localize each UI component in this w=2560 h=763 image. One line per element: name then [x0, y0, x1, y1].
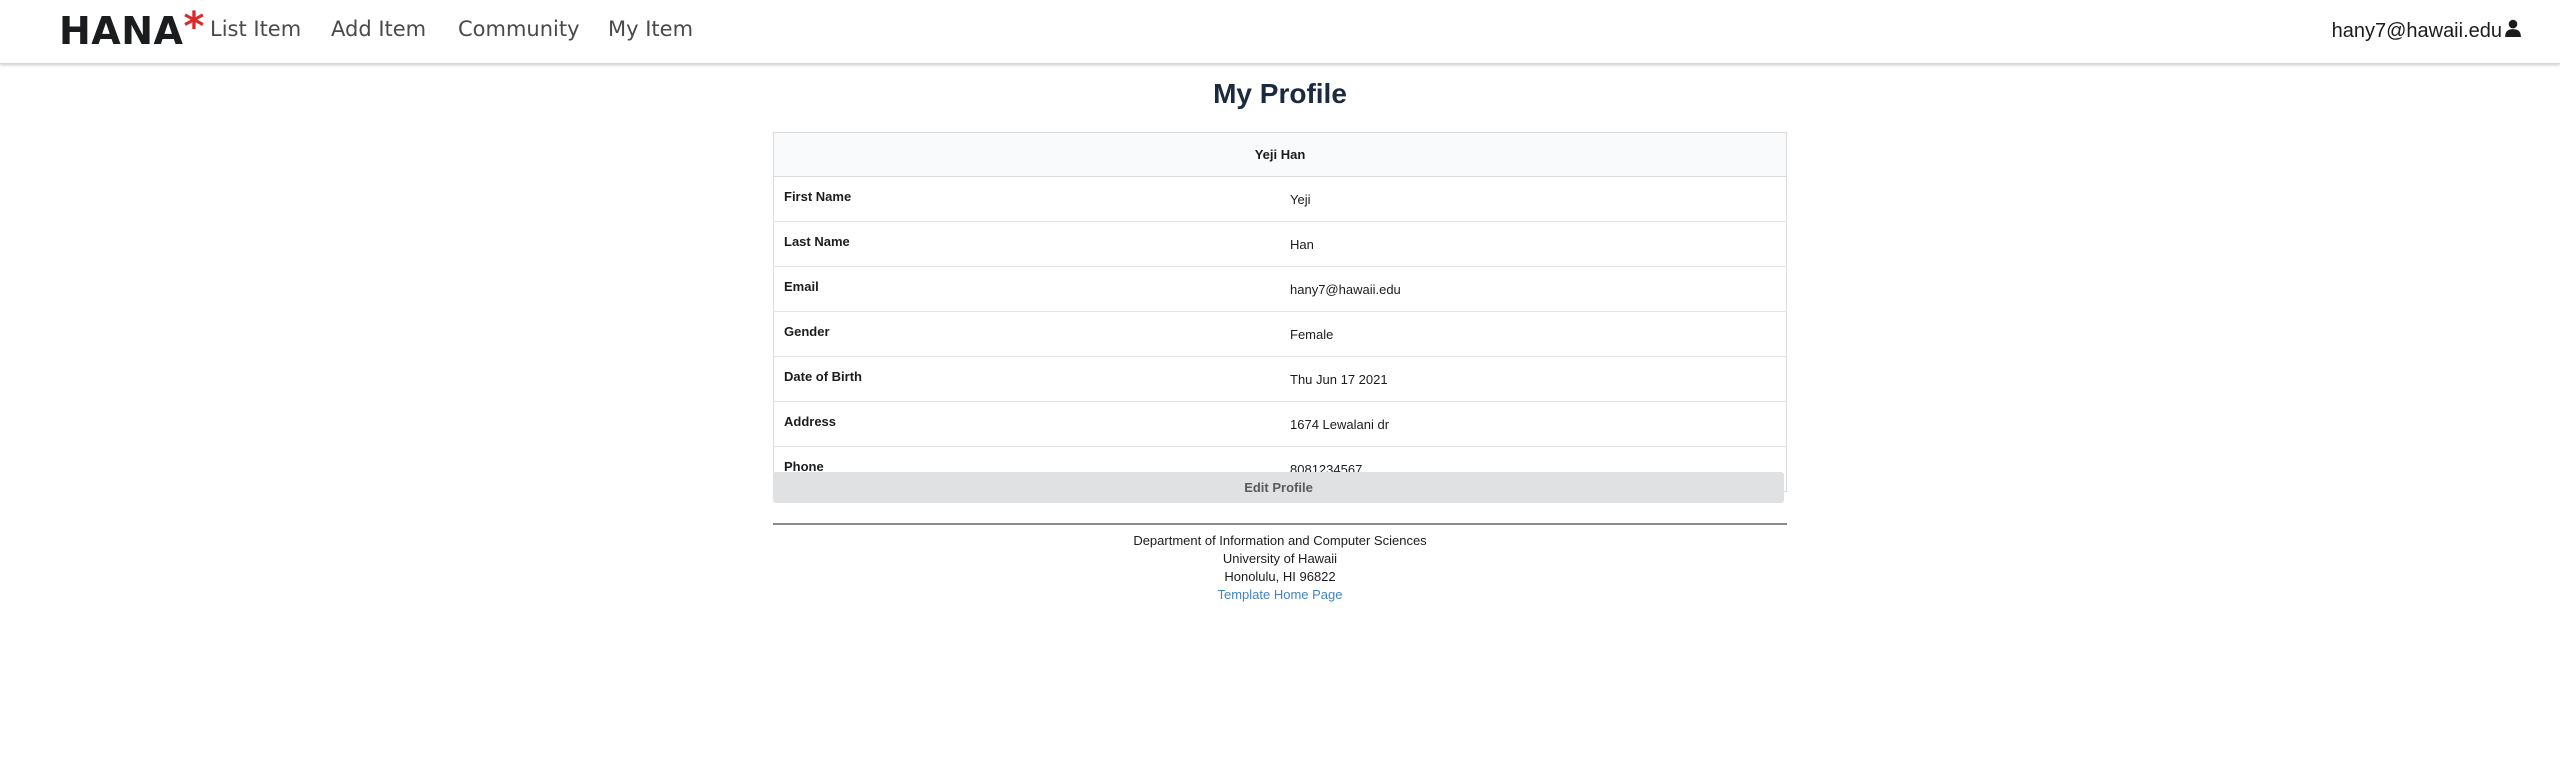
- nav-list-item[interactable]: List Item: [210, 17, 301, 41]
- table-row: Last Name Han: [773, 221, 1787, 267]
- dob-label: Date of Birth: [773, 356, 1282, 402]
- first-name-value: Yeji: [1282, 176, 1787, 222]
- email-label: Email: [773, 266, 1282, 312]
- top-navbar: HANA* List Item Add Item Community My It…: [0, 0, 2560, 64]
- nav-my-item[interactable]: My Item: [608, 17, 693, 41]
- dob-value: Thu Jun 17 2021: [1282, 356, 1787, 402]
- profile-table: Yeji Han First Name Yeji Last Name Han E…: [773, 132, 1787, 492]
- table-row: First Name Yeji: [773, 176, 1787, 222]
- table-row: Email hany7@hawaii.edu: [773, 266, 1787, 312]
- first-name-label: First Name: [773, 176, 1282, 222]
- profile-name-header: Yeji Han: [773, 132, 1787, 177]
- footer: Department of Information and Computer S…: [0, 532, 2560, 604]
- table-row: Gender Female: [773, 311, 1787, 357]
- user-icon: [2504, 19, 2522, 43]
- nav-add-item[interactable]: Add Item: [331, 17, 426, 41]
- brand-star: *: [183, 4, 205, 50]
- user-email: hany7@hawaii.edu: [2331, 19, 2502, 42]
- last-name-label: Last Name: [773, 221, 1282, 267]
- footer-department: Department of Information and Computer S…: [1133, 533, 1427, 548]
- brand-name: HANA: [59, 9, 184, 53]
- template-home-link[interactable]: Template Home Page: [1217, 587, 1342, 602]
- footer-address: Honolulu, HI 96822: [1224, 569, 1336, 584]
- gender-label: Gender: [773, 311, 1282, 357]
- user-menu[interactable]: hany7@hawaii.edu: [2332, 19, 2522, 43]
- last-name-value: Han: [1282, 221, 1787, 267]
- page-title: My Profile: [1213, 78, 1347, 109]
- email-value: hany7@hawaii.edu: [1282, 266, 1787, 312]
- footer-divider: [773, 523, 1787, 525]
- address-label: Address: [773, 401, 1282, 447]
- edit-profile-button[interactable]: Edit Profile: [773, 472, 1784, 503]
- address-value: 1674 Lewalani dr: [1282, 401, 1787, 447]
- footer-university: University of Hawaii: [1222, 551, 1338, 566]
- table-row: Address 1674 Lewalani dr: [773, 401, 1787, 447]
- gender-value: Female: [1282, 311, 1787, 357]
- brand-logo[interactable]: HANA*: [59, 4, 205, 54]
- nav-community[interactable]: Community: [458, 17, 580, 41]
- table-row: Date of Birth Thu Jun 17 2021: [773, 356, 1787, 402]
